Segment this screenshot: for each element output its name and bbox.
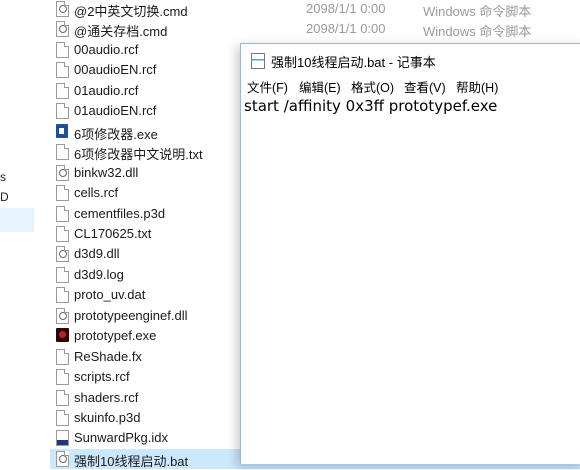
doc-icon xyxy=(56,41,69,58)
file-name: proto_uv.dat xyxy=(74,287,146,303)
file-row[interactable]: @通关存档.cmd 2098/1/1 0:00 Windows 命令脚本 xyxy=(50,19,580,39)
file-name: skuinfo.p3d xyxy=(74,410,141,425)
doc-gear-icon xyxy=(56,21,69,38)
file-date: 2098/1/1 0:00 xyxy=(306,21,386,37)
file-name: prototypef.exe xyxy=(74,328,157,344)
window-title: 强制10线程启动.bat - 记事本 xyxy=(271,55,436,70)
file-name: cementfiles.p3d xyxy=(74,205,166,221)
file-name: 00audio.rcf xyxy=(74,41,139,57)
file-name: 强制10线程启动.bat xyxy=(74,453,189,469)
notepad-icon xyxy=(251,53,265,69)
exe-blue-icon xyxy=(56,123,69,139)
file-name: 01audio.rcf xyxy=(74,82,139,98)
doc-gear-icon xyxy=(56,307,69,324)
file-name: binkw32.dll xyxy=(74,164,139,180)
doc-gear-icon xyxy=(56,450,69,467)
idx-icon xyxy=(56,430,69,447)
notepad-window: 强制10线程启动.bat - 记事本 文件(F) 编辑(E) 格式(O) 查看(… xyxy=(240,43,580,464)
file-name: 6项修改器中文说明.txt xyxy=(74,147,203,163)
doc-gear-icon xyxy=(56,164,69,181)
doc-icon xyxy=(56,389,69,406)
file-type: Windows 命令脚本 xyxy=(423,24,532,40)
file-name: @通关存档.cmd xyxy=(74,24,168,40)
file-name: @2中英文切换.cmd xyxy=(74,4,188,19)
file-name: 6项修改器.exe xyxy=(74,126,158,142)
doc-icon xyxy=(56,348,69,365)
doc-gear-icon xyxy=(56,1,69,17)
doc-icon xyxy=(56,369,69,386)
doc-icon xyxy=(56,103,69,120)
navigation-pane: s D xyxy=(0,0,34,457)
file-name: CL170625.txt xyxy=(74,225,152,241)
doc-icon xyxy=(56,62,69,79)
menu-bar: 文件(F) 编辑(E) 格式(O) 查看(V) 帮助(H) xyxy=(241,75,580,95)
file-name: prototypeenginef.dll xyxy=(74,307,188,323)
doc-icon xyxy=(56,144,69,161)
notepad-title-bar[interactable]: 强制10线程启动.bat - 记事本 xyxy=(241,44,580,75)
editor-content: start /affinity 0x3ff prototypef.exe xyxy=(244,97,498,115)
file-name: cells.rcf xyxy=(74,185,119,201)
doc-gear-icon xyxy=(56,246,69,263)
text-editor-area[interactable]: start /affinity 0x3ff prototypef.exe xyxy=(241,94,580,464)
nav-item-fragment[interactable]: D xyxy=(0,190,9,204)
doc-icon xyxy=(56,205,69,222)
file-name: 00audioEN.rcf xyxy=(74,62,157,78)
file-name: scripts.rcf xyxy=(74,369,130,385)
file-name: SunwardPkg.idx xyxy=(74,430,168,446)
file-name: 01audioEN.rcf xyxy=(74,103,157,119)
file-type: Windows 命令脚本 xyxy=(423,4,532,19)
file-name: d3d9.log xyxy=(74,266,124,282)
exe-red-icon xyxy=(56,328,69,343)
file-row[interactable]: @2中英文切换.cmd 2098/1/1 0:00 Windows 命令脚本 xyxy=(50,0,580,19)
doc-icon xyxy=(56,225,69,242)
doc-icon xyxy=(56,82,69,99)
file-name: ReShade.fx xyxy=(74,348,142,364)
nav-selected-item[interactable] xyxy=(0,208,34,232)
doc-icon xyxy=(56,185,69,202)
file-name: d3d9.dll xyxy=(74,246,120,262)
doc-icon xyxy=(56,287,69,304)
doc-icon xyxy=(56,410,69,426)
file-name: shaders.rcf xyxy=(74,389,139,405)
file-date: 2098/1/1 0:00 xyxy=(306,1,386,16)
nav-item-fragment[interactable]: s xyxy=(0,170,6,184)
doc-icon xyxy=(56,266,69,283)
